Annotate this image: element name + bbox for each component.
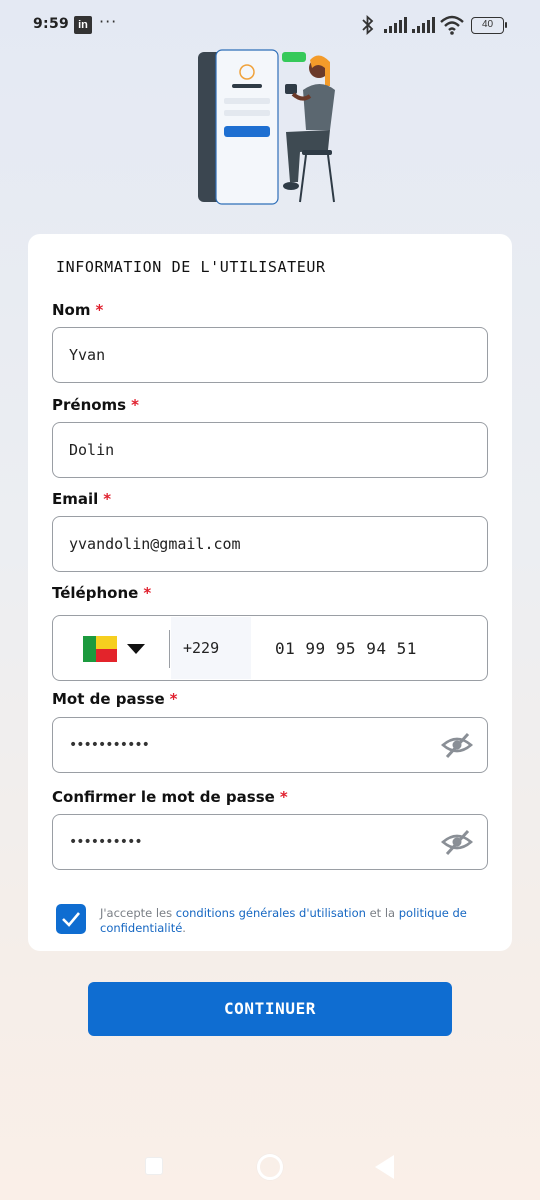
status-time: 9:59 bbox=[33, 16, 70, 32]
check-icon bbox=[62, 912, 80, 927]
eye-off-icon[interactable] bbox=[441, 731, 473, 759]
prenoms-label-text: Prénoms bbox=[52, 396, 127, 414]
required-marker: * bbox=[95, 301, 104, 319]
benin-flag-icon[interactable] bbox=[83, 636, 117, 662]
phone-divider bbox=[169, 630, 170, 668]
terms-text: J'accepte les conditions générales d'uti… bbox=[100, 906, 500, 936]
telephone-label-text: Téléphone bbox=[52, 584, 139, 602]
nom-label: Nom * bbox=[52, 301, 103, 319]
back-button[interactable] bbox=[375, 1155, 394, 1179]
telephone-input[interactable]: +229 01 99 95 94 51 bbox=[52, 615, 488, 681]
terms-middle: et la bbox=[365, 906, 399, 920]
terms-suffix: . bbox=[182, 921, 186, 935]
confirm-password-value: •••••••••• bbox=[69, 834, 143, 850]
required-marker: * bbox=[143, 584, 152, 602]
eye-off-icon[interactable] bbox=[441, 828, 473, 856]
prenoms-label: Prénoms * bbox=[52, 396, 139, 414]
user-info-card: INFORMATION DE L'UTILISATEUR Nom * Yvan P… bbox=[28, 234, 512, 951]
more-notifications-icon: ··· bbox=[99, 12, 118, 31]
prenoms-input[interactable]: Dolin bbox=[52, 422, 488, 478]
section-title: INFORMATION DE L'UTILISATEUR bbox=[56, 258, 326, 276]
signal-icon bbox=[384, 17, 407, 33]
signal-icon-2 bbox=[412, 17, 435, 33]
confirm-password-label-text: Confirmer le mot de passe bbox=[52, 788, 275, 806]
home-button[interactable] bbox=[257, 1154, 283, 1180]
confirm-password-label: Confirmer le mot de passe * bbox=[52, 788, 288, 806]
battery-icon: 40 bbox=[471, 17, 507, 34]
confirm-password-input[interactable]: •••••••••• bbox=[52, 814, 488, 870]
nom-value: Yvan bbox=[69, 346, 106, 364]
linkedin-icon: in bbox=[74, 16, 92, 34]
nom-input[interactable]: Yvan bbox=[52, 327, 488, 383]
country-dropdown-chevron-icon[interactable] bbox=[127, 644, 145, 654]
email-label: Email * bbox=[52, 490, 111, 508]
prenoms-value: Dolin bbox=[69, 441, 115, 459]
terms-prefix: J'accepte les bbox=[100, 906, 176, 920]
wifi-icon bbox=[440, 15, 464, 35]
country-code: +229 bbox=[171, 617, 251, 679]
password-label-text: Mot de passe bbox=[52, 690, 165, 708]
required-marker: * bbox=[103, 490, 112, 508]
nom-label-text: Nom bbox=[52, 301, 91, 319]
email-value: yvandolin@gmail.com bbox=[69, 535, 241, 553]
continue-button[interactable]: CONTINUER bbox=[88, 982, 452, 1036]
email-input[interactable]: yvandolin@gmail.com bbox=[52, 516, 488, 572]
required-marker: * bbox=[169, 690, 178, 708]
email-label-text: Email bbox=[52, 490, 99, 508]
status-bar: 9:59 in ··· 40 bbox=[0, 0, 540, 52]
recent-apps-button[interactable] bbox=[145, 1157, 163, 1175]
password-label: Mot de passe * bbox=[52, 690, 178, 708]
required-marker: * bbox=[279, 788, 288, 806]
telephone-label: Téléphone * bbox=[52, 584, 151, 602]
terms-checkbox[interactable] bbox=[56, 904, 86, 934]
sign-in-illustration bbox=[198, 49, 335, 205]
password-input[interactable]: ••••••••••• bbox=[52, 717, 488, 773]
phone-number-value: 01 99 95 94 51 bbox=[275, 639, 417, 658]
terms-conditions-link[interactable]: conditions générales d'utilisation bbox=[176, 906, 366, 920]
password-value: ••••••••••• bbox=[69, 737, 150, 753]
required-marker: * bbox=[131, 396, 139, 414]
bluetooth-icon bbox=[362, 15, 374, 35]
